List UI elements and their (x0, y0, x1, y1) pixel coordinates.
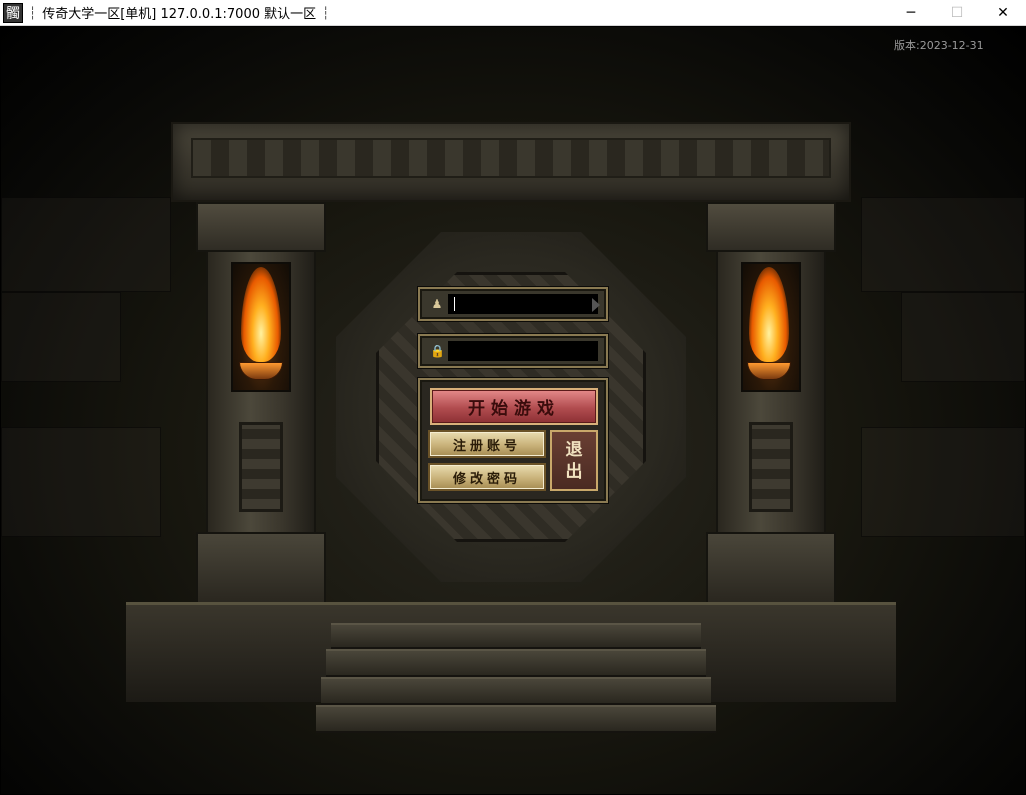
account-field: ♟ (418, 287, 608, 321)
wall-brick (1, 292, 121, 382)
left-pillar-cap (196, 202, 326, 252)
change-password-button[interactable]: 修改密码 (428, 463, 546, 491)
stair-step (316, 705, 716, 733)
wall-brick (1, 427, 161, 537)
minimize-button[interactable]: ─ (888, 0, 934, 26)
user-icon: ♟ (431, 297, 443, 311)
wall-brick (861, 197, 1025, 292)
lintel-carving (191, 138, 831, 178)
password-field: 🔒 (418, 334, 608, 368)
close-button[interactable]: ✕ (980, 0, 1026, 26)
window-title: 传奇大学一区[单机] 127.0.0.1:7000 默认一区 (42, 7, 317, 22)
wall-brick (901, 292, 1025, 382)
title-separator: ┆ (29, 5, 37, 20)
app-icon[interactable]: 髑 (3, 2, 23, 23)
exit-label-line2: 出 (565, 461, 583, 482)
right-pillar-cap (706, 202, 836, 252)
lock-icon: 🔒 (430, 344, 445, 358)
password-input[interactable] (448, 341, 598, 361)
wall-brick (1, 197, 171, 292)
stair-step (331, 623, 701, 649)
register-account-button[interactable]: 注册账号 (428, 430, 546, 458)
login-button-panel: 开始游戏 注册账号 修改密码 退 出 (418, 378, 608, 503)
stair-step (321, 677, 711, 705)
version-label: 版本:2023-12-31 (894, 39, 984, 52)
stair-step (326, 649, 706, 677)
dropdown-arrow-icon[interactable] (592, 298, 600, 312)
left-pillar-glyph (239, 422, 283, 512)
game-canvas: 版本:2023-12-31 ♟ 🔒 开始游戏 注册账号 修改密码 退 出 (1, 27, 1025, 794)
title-separator-tail: ┆ (322, 5, 330, 20)
text-caret (454, 297, 455, 311)
start-game-button[interactable]: 开始游戏 (430, 388, 598, 425)
right-pillar-glyph (749, 422, 793, 512)
right-pillar-base (706, 532, 836, 612)
exit-label-line1: 退 (565, 439, 583, 460)
stone-lintel (171, 122, 851, 202)
window-titlebar: 髑 ┆ 传奇大学一区[单机] 127.0.0.1:7000 默认一区 ┆ ─ ☐… (0, 0, 1026, 26)
exit-button[interactable]: 退 出 (550, 430, 598, 491)
maximize-button[interactable]: ☐ (934, 0, 980, 26)
account-input[interactable] (448, 294, 598, 314)
wall-brick (861, 427, 1025, 537)
left-pillar-base (196, 532, 326, 612)
